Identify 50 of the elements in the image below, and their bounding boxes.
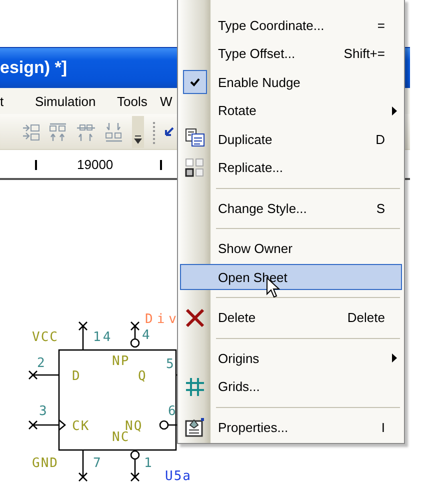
- pin-number: 1: [144, 456, 154, 471]
- menu-bar-item[interactable]: t: [0, 94, 4, 108]
- menu-item[interactable]: Origins: [180, 344, 402, 372]
- keyboard-shortcut: S: [376, 200, 385, 216]
- keyboard-shortcut: Delete: [347, 310, 385, 326]
- undo-arrow-icon[interactable]: [164, 126, 174, 138]
- menu-bar-item[interactable]: Simulation: [35, 94, 96, 108]
- pin-label: D: [72, 369, 81, 384]
- pin-label: NP: [112, 354, 130, 369]
- keyboard-shortcut: Shift+=: [344, 46, 385, 62]
- menu-item[interactable]: Type Coordinate... =: [180, 11, 402, 40]
- ruler-label: 19000: [77, 157, 114, 172]
- keyboard-shortcut: I: [381, 420, 385, 435]
- toolbar-grip-icon[interactable]: [152, 120, 156, 144]
- menu-item[interactable]: Type Offset... Shift+=: [180, 40, 402, 68]
- window-title: esign) *]: [0, 58, 68, 78]
- ruler-tick: [160, 160, 162, 170]
- distribute-icon[interactable]: [48, 122, 68, 142]
- keyboard-shortcut: D: [376, 132, 385, 147]
- menu-item[interactable]: Rotate: [180, 96, 402, 125]
- menu-item[interactable]: Change Style... S: [180, 194, 402, 222]
- pin-label: Q: [138, 369, 147, 384]
- menu-bar-item[interactable]: Tools: [117, 94, 148, 108]
- pin-number: 6: [168, 404, 178, 419]
- menu-item[interactable]: Grids...: [180, 372, 402, 401]
- pin-number: 3: [39, 404, 49, 419]
- menu-item[interactable]: Delete Delete: [180, 304, 402, 332]
- align-icon[interactable]: [20, 122, 40, 142]
- component-reference: U5a: [165, 469, 192, 484]
- pin-label: CK: [72, 419, 90, 434]
- keyboard-shortcut: =: [377, 18, 385, 33]
- distribute-icon[interactable]: [104, 122, 124, 142]
- distribute-icon[interactable]: [76, 122, 96, 142]
- toolbar-overflow-icon[interactable]: [132, 116, 144, 148]
- component-name: Div: [145, 312, 180, 327]
- pin-number: 2: [37, 356, 47, 371]
- pin-number: 7: [93, 456, 103, 471]
- menu-item[interactable]: Replicate...: [180, 154, 402, 182]
- pin-number: 5: [166, 357, 176, 372]
- power-label: GND: [32, 456, 58, 471]
- menu-item[interactable]: Show Owner: [180, 234, 402, 263]
- pin-number: 14: [93, 330, 113, 345]
- ruler-tick: [35, 160, 37, 170]
- properties-icon: [183, 415, 207, 440]
- menu-item[interactable]: Enable Nudge: [180, 68, 402, 96]
- menu-item[interactable]: Duplicate D: [180, 125, 402, 154]
- menu-item[interactable]: Properties... I: [180, 413, 402, 442]
- pin-number: 4: [142, 328, 152, 343]
- power-label: VCC: [32, 330, 58, 345]
- menu-bar-item[interactable]: W: [160, 94, 172, 108]
